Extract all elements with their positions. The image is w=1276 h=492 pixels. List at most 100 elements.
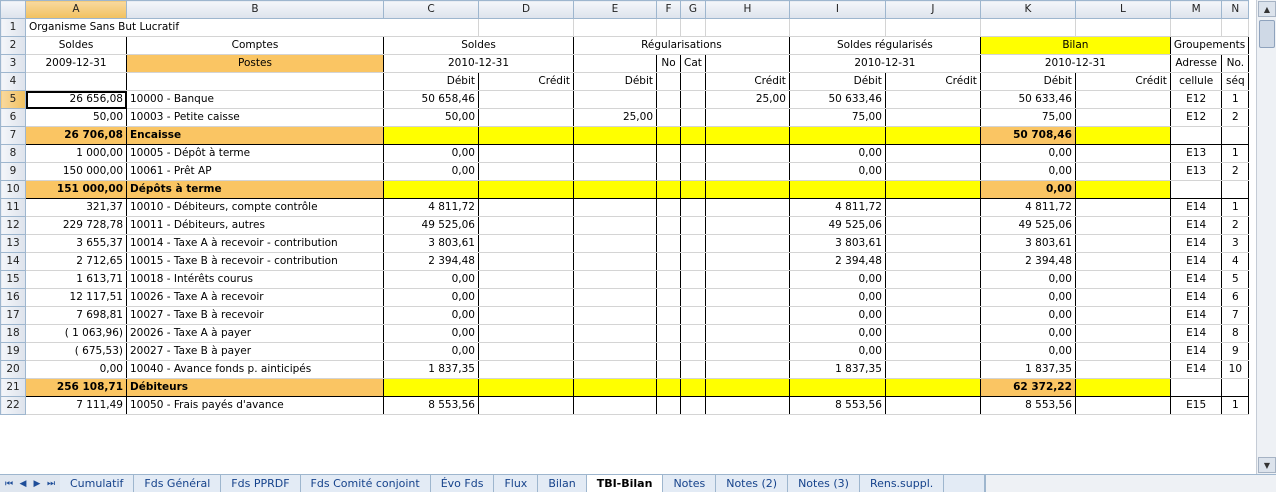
cell-j15[interactable] (884, 270, 981, 289)
cell-d6[interactable] (478, 108, 574, 127)
cell-c8[interactable]: 0,00 (383, 144, 479, 163)
cell-l8[interactable] (1074, 144, 1171, 163)
cell-m14[interactable]: E14 (1169, 252, 1223, 271)
cell-a13[interactable]: 3 655,37 (25, 234, 127, 253)
cell-g8[interactable] (680, 144, 706, 163)
cell-d20[interactable] (478, 360, 574, 379)
cell-h11[interactable] (704, 198, 790, 217)
header-regularisations[interactable]: Régularisations (573, 36, 790, 55)
header-credit[interactable]: Crédit (478, 72, 574, 91)
cell-d8[interactable] (478, 144, 574, 163)
cell-d21[interactable] (478, 378, 574, 397)
cell-d11[interactable] (478, 198, 574, 217)
cell-d10[interactable] (478, 180, 574, 199)
cell-c19[interactable]: 0,00 (383, 342, 479, 361)
cell-h22[interactable] (704, 396, 790, 415)
cell-e12[interactable] (573, 216, 657, 235)
cell-g19[interactable] (680, 342, 706, 361)
cell-d22[interactable] (478, 396, 574, 415)
cell-a17[interactable]: 7 698,81 (25, 306, 127, 325)
cell-e21[interactable] (573, 378, 657, 397)
sheet-tab-tbi-bilan[interactable]: TBI-Bilan (586, 475, 664, 492)
cell-f12[interactable] (656, 216, 681, 235)
cell-m7[interactable] (1169, 126, 1223, 145)
cell-d19[interactable] (478, 342, 574, 361)
column-header-n[interactable]: N (1221, 0, 1250, 19)
cell-s11[interactable]: 1 (1221, 198, 1250, 217)
cell-s6[interactable]: 2 (1221, 108, 1250, 127)
cell-f5[interactable] (656, 90, 681, 109)
sheet-tab--vo-fds[interactable]: Évo Fds (430, 475, 495, 492)
cell-h15[interactable] (704, 270, 790, 289)
row-header[interactable]: 14 (0, 252, 26, 271)
header-postes[interactable]: Postes (126, 54, 384, 73)
cell-m16[interactable]: E14 (1169, 288, 1223, 307)
cell-b14[interactable]: 10015 - Taxe B à recevoir - contribution (126, 252, 384, 271)
header-groupements[interactable]: Groupements (1169, 36, 1250, 55)
cell-a21[interactable]: 256 108,71 (25, 378, 127, 397)
cell-i10[interactable] (788, 180, 886, 199)
cell-a12[interactable]: 229 728,78 (25, 216, 127, 235)
cell-m9[interactable]: E13 (1169, 162, 1223, 181)
sheet-tab-flux[interactable]: Flux (494, 475, 539, 492)
row-header[interactable]: 17 (0, 306, 26, 325)
cell-j5[interactable] (884, 90, 981, 109)
cell-k7[interactable]: 50 708,46 (979, 126, 1076, 145)
cell-k11[interactable]: 4 811,72 (979, 198, 1076, 217)
cell-b15[interactable]: 10018 - Intérêts courus (126, 270, 384, 289)
cell-h5[interactable]: 25,00 (704, 90, 790, 109)
cell-a22[interactable]: 7 111,49 (25, 396, 127, 415)
row-header[interactable]: 8 (0, 144, 26, 163)
cell-d12[interactable] (478, 216, 574, 235)
cell-g16[interactable] (680, 288, 706, 307)
cell-c12[interactable]: 49 525,06 (383, 216, 479, 235)
cell-s8[interactable]: 1 (1221, 144, 1250, 163)
cell-a10[interactable]: 151 000,00 (25, 180, 127, 199)
cell-h7[interactable] (704, 126, 790, 145)
header-date-prev[interactable]: 2009-12-31 (25, 54, 127, 73)
cell-j10[interactable] (884, 180, 981, 199)
header-credit[interactable]: Crédit (1074, 72, 1171, 91)
column-header-a[interactable]: A (25, 0, 127, 19)
org-title[interactable]: Organisme Sans But Lucratif (25, 18, 479, 37)
cell-e6[interactable]: 25,00 (573, 108, 657, 127)
cell-f13[interactable] (656, 234, 681, 253)
cell-i12[interactable]: 49 525,06 (788, 216, 886, 235)
cell-h6[interactable] (704, 108, 790, 127)
header-cellule[interactable]: cellule (1169, 72, 1223, 91)
cell-a19[interactable]: ( 675,53) (25, 342, 127, 361)
cell-h21[interactable] (704, 378, 790, 397)
cell-j11[interactable] (884, 198, 981, 217)
sheet-tab-fds-comit-conjoint[interactable]: Fds Comité conjoint (300, 475, 431, 492)
cell-b9[interactable]: 10061 - Prêt AP (126, 162, 384, 181)
cell-j7[interactable] (884, 126, 981, 145)
cell-l5[interactable] (1074, 90, 1171, 109)
cell-l6[interactable] (1074, 108, 1171, 127)
cell-table[interactable]: ABCDEFGHIJKLMN 1 Organisme Sans But Lucr… (0, 0, 1250, 415)
row-header[interactable]: 15 (0, 270, 26, 289)
cell-c6[interactable]: 50,00 (383, 108, 479, 127)
header-no-seq[interactable]: No. (1221, 54, 1250, 73)
cell-h8[interactable] (704, 144, 790, 163)
cell-h19[interactable] (704, 342, 790, 361)
cell-g17[interactable] (680, 306, 706, 325)
cell-f16[interactable] (656, 288, 681, 307)
row-header[interactable]: 18 (0, 324, 26, 343)
cell-c22[interactable]: 8 553,56 (383, 396, 479, 415)
cell-f11[interactable] (656, 198, 681, 217)
cell-g10[interactable] (680, 180, 706, 199)
column-header-b[interactable]: B (126, 0, 384, 19)
cell-g22[interactable] (680, 396, 706, 415)
cell-b11[interactable]: 10010 - Débiteurs, compte contrôle (126, 198, 384, 217)
sheet-tab-fds-g-n-ral[interactable]: Fds Général (134, 475, 222, 492)
row-header[interactable]: 5 (0, 90, 26, 109)
cell-d7[interactable] (478, 126, 574, 145)
cell-i11[interactable]: 4 811,72 (788, 198, 886, 217)
header-date-bilan[interactable]: 2010-12-31 (979, 54, 1171, 73)
sheet-tab-notes[interactable]: Notes (663, 475, 717, 492)
cell-a14[interactable]: 2 712,65 (25, 252, 127, 271)
cell-l20[interactable] (1074, 360, 1171, 379)
cell-k6[interactable]: 75,00 (979, 108, 1076, 127)
cell-e10[interactable] (573, 180, 657, 199)
cell-f22[interactable] (656, 396, 681, 415)
